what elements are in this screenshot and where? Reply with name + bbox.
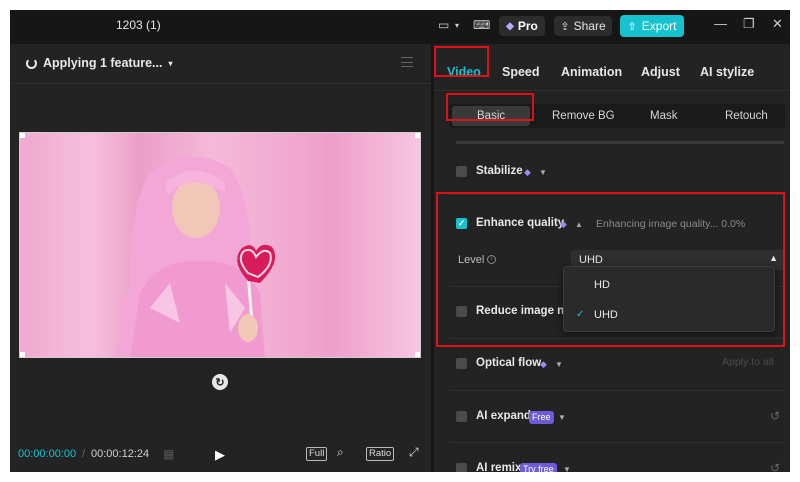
- tab-adjust[interactable]: Adjust: [641, 65, 680, 79]
- crop-handle[interactable]: [20, 352, 25, 357]
- loading-spinner-icon: [26, 57, 37, 69]
- current-time: 00:00:00:00: [18, 448, 77, 460]
- chevron-down-icon[interactable]: ▼: [539, 168, 547, 177]
- playback-controls: 00:00:00:00 / 00:00:12:24 ▦ ▶ Full ⌕ Rat…: [10, 440, 431, 472]
- project-title: 1203 (1): [116, 18, 161, 32]
- fullscreen-icon[interactable]: ⤢: [409, 445, 419, 460]
- video-preview[interactable]: [19, 132, 421, 358]
- applying-label: Applying 1 feature...: [43, 56, 163, 70]
- layout-icon[interactable]: ▭: [438, 18, 449, 32]
- highlight-box-video-tab: [434, 46, 489, 77]
- player-panel: Applying 1 feature... ▾ ↻ 00:00:00:00 / …: [10, 44, 431, 472]
- crop-handle[interactable]: [415, 133, 420, 138]
- subtab-remove-bg[interactable]: Remove BG: [552, 110, 615, 122]
- pro-label: Pro: [517, 19, 538, 33]
- ai-expand-label: AI expand: [476, 410, 531, 422]
- full-button[interactable]: Full: [306, 447, 328, 461]
- layout-dropdown-icon[interactable]: ▾: [455, 21, 459, 30]
- export-button[interactable]: ⇧ Export: [620, 15, 684, 37]
- chevron-down-icon[interactable]: ▼: [558, 413, 566, 422]
- subtab-mask[interactable]: Mask: [650, 110, 677, 122]
- diamond-icon: ◆: [506, 20, 514, 32]
- section-divider: [450, 390, 784, 391]
- restore-icon[interactable]: ❐: [743, 16, 755, 32]
- premium-diamond-icon: ◆: [524, 167, 531, 177]
- export-label: Export: [641, 19, 677, 33]
- subtab-retouch[interactable]: Retouch: [725, 110, 768, 122]
- free-badge: Free: [529, 411, 554, 424]
- zoom-icon[interactable]: ⌕: [337, 445, 344, 460]
- stabilize-checkbox[interactable]: [456, 166, 467, 177]
- highlight-box-enhance-quality: [436, 192, 785, 347]
- title-bar: 1203 (1) ▭ ▾ ⌨ ◆ Pro ⇪ Share ⇧ Export — …: [10, 10, 790, 42]
- close-icon[interactable]: ✕: [772, 16, 783, 32]
- timeline-grid-icon[interactable]: ▦: [163, 447, 174, 461]
- chevron-down-icon: ▾: [168, 58, 173, 68]
- video-subject-image: [115, 156, 276, 357]
- share-icon: ⇪: [560, 20, 570, 33]
- share-button[interactable]: ⇪ Share: [554, 16, 612, 36]
- keyboard-icon[interactable]: ⌨: [473, 18, 490, 32]
- tab-ai-stylize[interactable]: AI stylize: [700, 65, 754, 79]
- ai-expand-checkbox[interactable]: [456, 411, 467, 422]
- tab-divider: [434, 90, 790, 91]
- ai-remix-label: AI remix: [476, 462, 522, 472]
- reset-icon[interactable]: ↺: [770, 461, 780, 472]
- apply-to-all-button[interactable]: Apply to all: [722, 356, 773, 368]
- time-separator: /: [82, 448, 86, 460]
- highlight-box-basic-tab: [446, 93, 534, 121]
- section-scroll-indicator: [456, 141, 784, 144]
- stabilize-label: Stabilize: [476, 165, 523, 177]
- premium-diamond-icon: ◆: [540, 359, 547, 369]
- upload-icon: ⇧: [627, 20, 637, 33]
- minimize-icon[interactable]: —: [714, 16, 727, 31]
- applying-status[interactable]: Applying 1 feature... ▾: [26, 56, 172, 70]
- ai-remix-checkbox[interactable]: [456, 463, 467, 472]
- share-label: Share: [573, 19, 606, 33]
- ratio-button[interactable]: Ratio: [366, 447, 395, 461]
- total-time: 00:00:12:24: [91, 448, 150, 460]
- player-header: Applying 1 feature... ▾: [10, 44, 431, 84]
- try-free-badge: Try free: [520, 463, 557, 472]
- rotate-icon[interactable]: ↻: [212, 374, 228, 390]
- section-divider: [450, 442, 784, 443]
- tab-speed[interactable]: Speed: [502, 65, 540, 79]
- optical-flow-checkbox[interactable]: [456, 358, 467, 369]
- play-icon[interactable]: ▶: [215, 447, 225, 463]
- chevron-down-icon[interactable]: ▼: [563, 465, 571, 472]
- crop-handle[interactable]: [415, 352, 420, 357]
- menu-icon[interactable]: [401, 57, 413, 67]
- optical-flow-label: Optical flow: [476, 357, 542, 369]
- reset-icon[interactable]: ↺: [770, 409, 780, 423]
- pro-button[interactable]: ◆ Pro: [499, 16, 545, 36]
- chevron-down-icon[interactable]: ▼: [555, 360, 563, 369]
- tab-animation[interactable]: Animation: [561, 65, 622, 79]
- crop-handle[interactable]: [20, 133, 25, 138]
